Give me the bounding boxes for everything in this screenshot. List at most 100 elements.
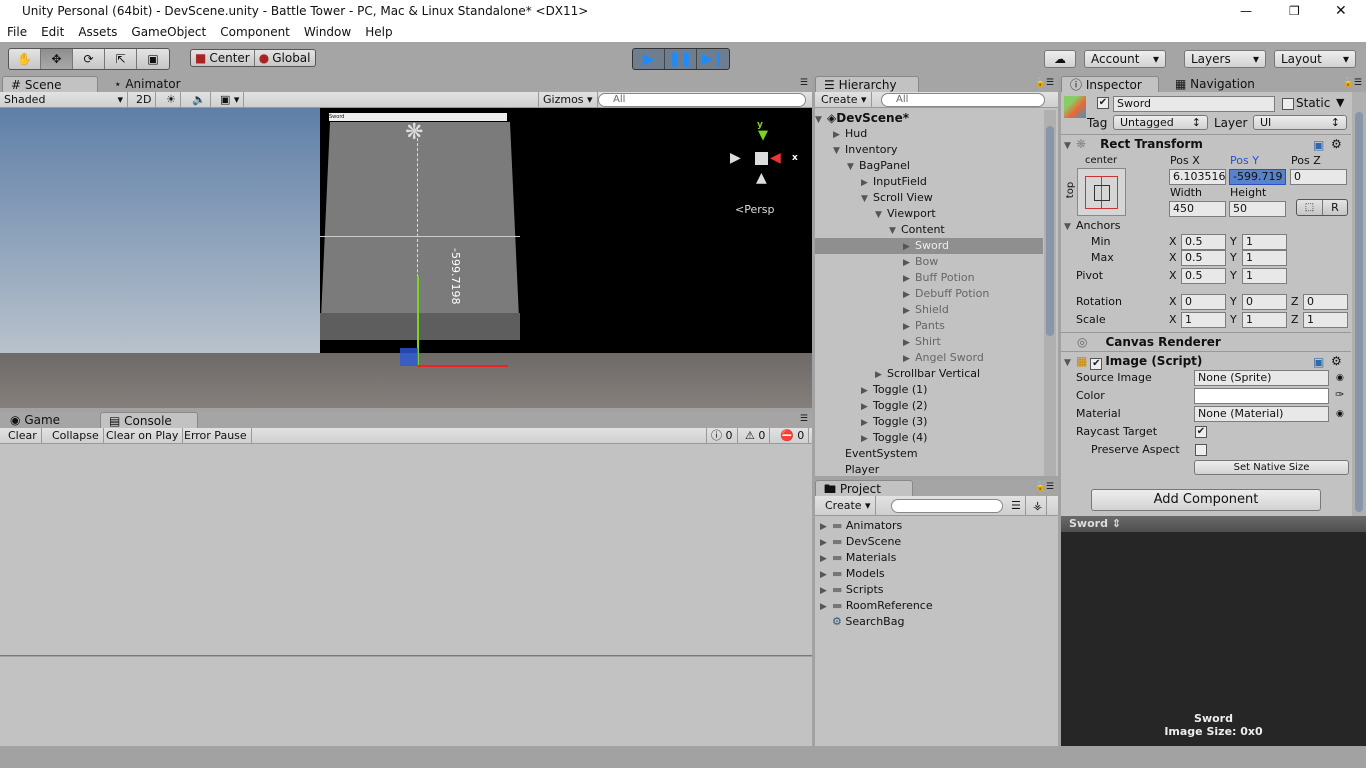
scl-1-field[interactable]: 1: [1242, 312, 1287, 328]
menu-window[interactable]: Window: [297, 22, 358, 42]
foldout-arrow-icon[interactable]: ▶: [903, 287, 915, 303]
pivot_x-field[interactable]: 0.5: [1181, 268, 1226, 284]
raw-edit-button[interactable]: R: [1323, 200, 1347, 215]
hierarchy-item[interactable]: ▶ Pants: [815, 318, 1043, 334]
step-button[interactable]: ▶❙: [697, 49, 729, 69]
space-toggle[interactable]: ● Global: [255, 50, 315, 66]
close-button[interactable]: ✕: [1335, 0, 1347, 22]
tab-scene[interactable]: # Scene: [2, 76, 98, 92]
foldout-arrow-icon[interactable]: ▶: [875, 367, 887, 383]
project-item[interactable]: ▶ ▬ Scripts: [815, 582, 1058, 598]
hand-tool-button[interactable]: ✋: [9, 49, 41, 69]
panel-menu-icon[interactable]: ☰: [800, 78, 808, 88]
hierarchy-item[interactable]: ▶ Shirt: [815, 334, 1043, 350]
project-item[interactable]: ▶ ▬ Models: [815, 566, 1058, 582]
menu-component[interactable]: Component: [213, 22, 297, 42]
cloud-button[interactable]: ☁: [1044, 50, 1076, 68]
rot-1-field[interactable]: 0: [1242, 294, 1287, 310]
pos-x-field[interactable]: 6.103516: [1169, 169, 1226, 185]
hierarchy-item[interactable]: EventSystem: [815, 446, 1043, 462]
x-axis-handle[interactable]: [418, 365, 508, 367]
foldout-arrow-icon[interactable]: ▼: [889, 223, 901, 239]
foldout-arrow-icon[interactable]: ▶: [861, 383, 873, 399]
clear-button[interactable]: Clear: [4, 428, 42, 444]
hierarchy-item[interactable]: ▶ Toggle (4): [815, 430, 1043, 446]
foldout-arrow-icon[interactable]: ▼: [875, 207, 887, 223]
hierarchy-item[interactable]: ▼ Scroll View: [815, 190, 1043, 206]
pos-y-field[interactable]: -599.719: [1229, 169, 1286, 185]
width-field[interactable]: 450: [1169, 201, 1226, 217]
hierarchy-item[interactable]: ▼ BagPanel: [815, 158, 1043, 174]
scene-search-input[interactable]: All: [598, 93, 806, 107]
collapse-button[interactable]: Collapse: [48, 428, 104, 444]
account-dropdown[interactable]: Account ▾: [1084, 50, 1166, 68]
hierarchy-item[interactable]: ▼ Viewport: [815, 206, 1043, 222]
rot-0-field[interactable]: 0: [1181, 294, 1226, 310]
inspector-scrollbar[interactable]: [1352, 92, 1366, 516]
menu-assets[interactable]: Assets: [71, 22, 124, 42]
minimize-button[interactable]: —: [1240, 0, 1252, 22]
menu-edit[interactable]: Edit: [34, 22, 71, 42]
anchor-presets-button[interactable]: [1077, 168, 1126, 216]
hierarchy-search-input[interactable]: All: [881, 93, 1045, 107]
hierarchy-item[interactable]: ▶ Bow: [815, 254, 1043, 270]
pivot_y-field[interactable]: 1: [1242, 268, 1287, 284]
hierarchy-create-dropdown[interactable]: Create ▾: [817, 92, 872, 108]
foldout-arrow-icon[interactable]: ▶: [820, 567, 832, 583]
rect-tool-button[interactable]: ▣: [137, 49, 169, 69]
help-icon[interactable]: ▣: [1313, 353, 1324, 371]
foldout-arrow-icon[interactable]: ▶: [820, 519, 832, 535]
foldout-arrow-icon[interactable]: ▶: [861, 175, 873, 191]
foldout-arrow-icon[interactable]: ▶: [820, 599, 832, 615]
image-script-header[interactable]: ▼ ▦ ✔ Image (Script) ▣ ⚙: [1061, 351, 1351, 371]
hierarchy-item[interactable]: ▶ InputField: [815, 174, 1043, 190]
shading-dropdown[interactable]: Shaded ▾: [0, 92, 128, 108]
name-field[interactable]: Sword: [1113, 96, 1275, 112]
foldout-arrow-icon[interactable]: ▶: [903, 303, 915, 319]
pivot-toggle[interactable]: ■ Center: [191, 50, 255, 66]
hierarchy-item[interactable]: ▼ Inventory: [815, 142, 1043, 158]
hierarchy-item[interactable]: ▶ Angel Sword: [815, 350, 1043, 366]
effects-dropdown[interactable]: ▣ ▾: [216, 92, 245, 108]
tab-animator[interactable]: ⋆ Animator: [106, 76, 181, 92]
clear-on-play-button[interactable]: Clear on Play: [102, 428, 184, 444]
scene-root[interactable]: ▼ ◈DevScene*: [815, 110, 1043, 126]
min_y-field[interactable]: 1: [1242, 234, 1287, 250]
hierarchy-item[interactable]: ▼ Content: [815, 222, 1043, 238]
set-native-size-button[interactable]: Set Native Size: [1194, 460, 1349, 475]
max_y-field[interactable]: 1: [1242, 250, 1287, 266]
static-checkbox[interactable]: [1282, 98, 1294, 110]
hierarchy-item[interactable]: ▶ Toggle (2): [815, 398, 1043, 414]
hierarchy-item[interactable]: ▶ Buff Potion: [815, 270, 1043, 286]
warning-count-toggle[interactable]: ⚠ 0: [741, 428, 771, 444]
lock-icon[interactable]: 🔒☰: [1035, 78, 1054, 88]
foldout-arrow-icon[interactable]: ▼: [847, 159, 859, 175]
pos-z-field[interactable]: 0: [1290, 169, 1347, 185]
color-field[interactable]: [1194, 388, 1329, 404]
image-enabled-checkbox[interactable]: ✔: [1090, 358, 1103, 370]
foldout-arrow-icon[interactable]: ▼: [833, 143, 845, 159]
tab-console[interactable]: ▤ Console: [100, 412, 198, 428]
maximize-button[interactable]: ❐: [1289, 0, 1300, 22]
pause-button[interactable]: ❚❚: [665, 49, 697, 69]
project-create-dropdown[interactable]: Create ▾: [821, 496, 876, 516]
2d-toggle[interactable]: 2D: [132, 92, 157, 108]
blueprint-mode-button[interactable]: ⬚: [1297, 200, 1323, 215]
foldout-arrow-icon[interactable]: ▼: [861, 191, 873, 207]
material-field[interactable]: None (Material): [1194, 406, 1329, 422]
foldout-arrow-icon[interactable]: ▶: [903, 255, 915, 271]
tab-game[interactable]: ◉ Game: [2, 412, 98, 428]
hierarchy-item[interactable]: ▶ Hud: [815, 126, 1043, 142]
hierarchy-item[interactable]: ▶ Sword: [815, 238, 1043, 254]
tab-navigation[interactable]: ▦ Navigation: [1167, 76, 1255, 92]
foldout-arrow-icon[interactable]: ▶: [903, 239, 915, 255]
audio-toggle[interactable]: 🔈: [188, 92, 211, 108]
foldout-arrow-icon[interactable]: ▶: [903, 271, 915, 287]
xy-plane-handle[interactable]: [400, 348, 418, 366]
project-item[interactable]: ▶ ▬ DevScene: [815, 534, 1058, 550]
tab-hierarchy[interactable]: ☰ Hierarchy: [815, 76, 919, 92]
hierarchy-item[interactable]: ▶ Scrollbar Vertical: [815, 366, 1043, 382]
layers-dropdown[interactable]: Layers ▾: [1184, 50, 1266, 68]
project-item[interactable]: ▶ ▬ Materials: [815, 550, 1058, 566]
move-tool-button[interactable]: ✥: [41, 49, 73, 69]
